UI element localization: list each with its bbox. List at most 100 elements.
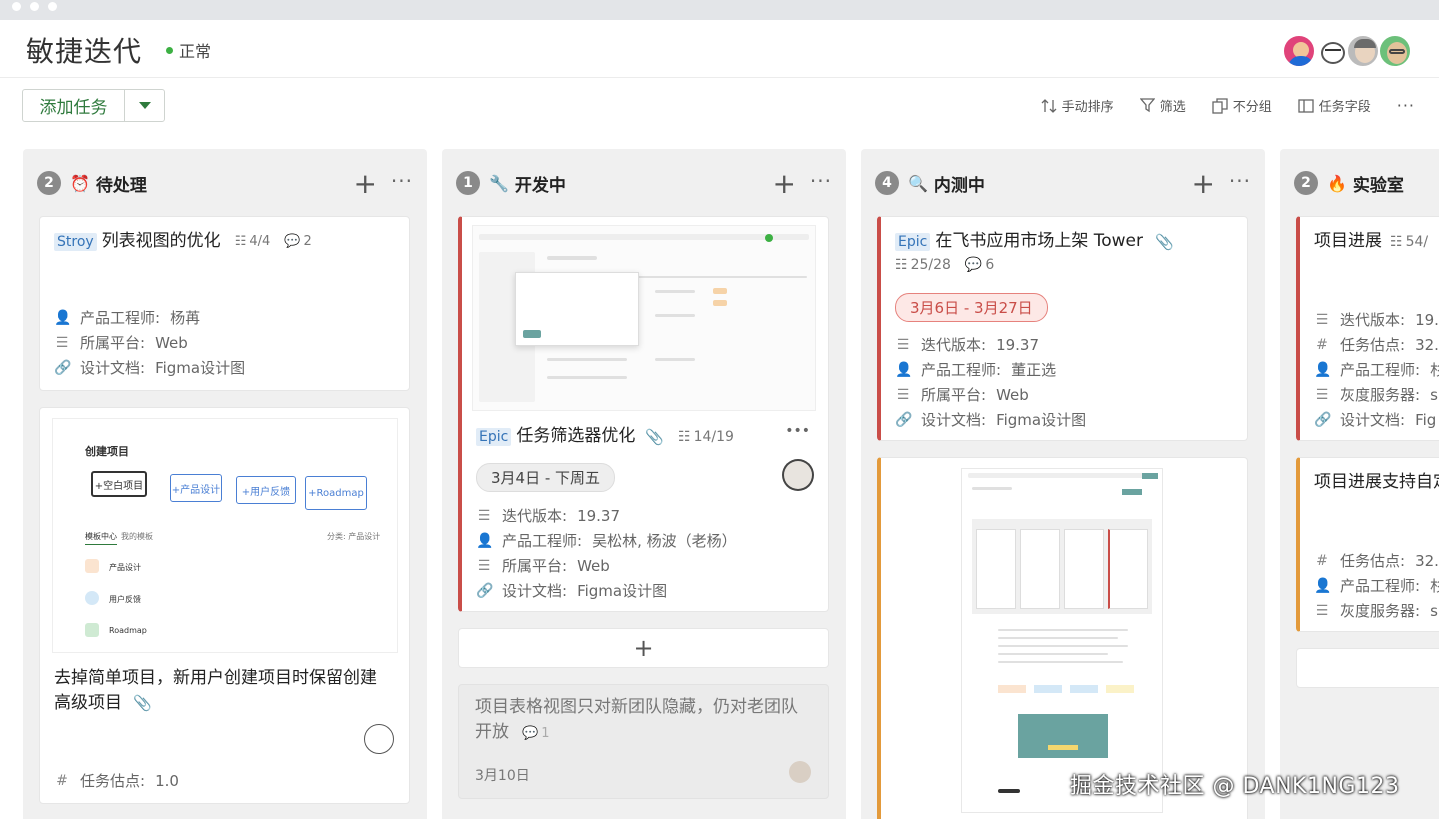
roadmap-icon [85,623,99,637]
field-key: 迭代版本: [502,507,568,525]
column-more-button[interactable]: ··· [1229,169,1251,193]
comment-count: 💬 2 [284,234,311,249]
card-title-row: Epic 在飞书应用市场上架 Tower 📎 [895,229,1174,254]
comment-value: 2 [303,234,312,249]
avatar[interactable] [1314,34,1348,68]
task-fields-button[interactable]: 任务字段 [1298,96,1371,115]
attachment-icon: 📎 [133,694,152,712]
task-card[interactable]: 项目进展支持自定 # 任务估点: 32. 👤 产品工程师: 杉 ☰ 灰度服务器: s [1296,457,1439,632]
task-card[interactable]: 项目进展 ☷ 54/ ☰ 迭代版本: 19. # 任务估点: 32. 👤 产品工程师: 杉 ☰… [1296,216,1439,441]
view-tools: 手动排序 筛选 不分组 任务字段 ··· [1015,96,1415,115]
field-row: 🔗 设计文档: Fig [1314,409,1436,430]
column-count-badge: 2 [1294,171,1318,195]
field-key: 设计文档: [80,359,146,377]
field-value: 19. [1415,310,1439,329]
field-key: 所属平台: [80,334,146,352]
task-card[interactable]: 项目表格视图只对新团队隐藏，仍对老团队开放 💬 1 3月10日 [458,684,829,799]
person-icon: 👤 [1314,361,1332,378]
more-options-button[interactable]: ··· [1397,96,1415,115]
hash-icon: # [1316,552,1328,569]
sketch-item: Roadmap [109,626,147,635]
card-title: 任务筛选器优化 [516,426,636,446]
add-task-button[interactable]: 添加任务 [23,90,125,121]
task-card[interactable] [877,457,1248,819]
field-row: ☰ 所属平台: Web [54,332,188,353]
person-icon: 👤 [476,532,494,549]
alarm-clock-icon: ⏰ [70,173,90,193]
date-range-pill[interactable]: 3月6日 - 3月27日 [895,293,1048,322]
column-header: 1 🔧 开发中 + ··· [456,167,832,200]
field-row: 👤 产品工程师: 杉 [1314,359,1439,380]
sort-button[interactable]: 手动排序 [1041,96,1114,115]
field-value[interactable]: Figma设计图 [155,357,245,378]
add-card-button[interactable]: + [773,167,796,200]
add-task-split-button: 添加任务 [22,89,165,122]
attachment-icon: 📎 [645,427,665,446]
avatar[interactable] [1346,34,1380,68]
add-card-button[interactable]: + [1192,167,1215,200]
field-value: 杉 [1430,361,1439,379]
field-key: 产品工程师: [1340,361,1421,379]
field-row: ☰ 迭代版本: 19.37 [476,505,620,526]
field-value[interactable]: Figma设计图 [577,580,667,601]
date-range-pill[interactable]: 3月4日 - 下周五 [476,463,616,492]
card-title-block: 去掉简单项目，新用户创建项目时保留创建高级项目 📎 [54,666,384,716]
task-card[interactable]: Epic 任务筛选器优化 📎 ☷ 14/19 ••• 3月4日 - 下周五 ☰ 迭代… [458,216,829,612]
field-value: 19.37 [577,506,621,525]
field-key: 产品工程师: [80,309,161,327]
field-key: 灰度服务器: [1340,602,1421,620]
field-key: 设计文档: [502,582,568,600]
group-icon [1212,97,1228,114]
add-task-dropdown-button[interactable] [125,90,164,121]
add-task-button[interactable] [1296,648,1439,688]
epic-tag: Epic [476,427,512,446]
field-value[interactable]: Fig [1415,411,1436,429]
sketch-box: +产品设计 [170,474,222,502]
avatar[interactable] [1282,34,1316,68]
list-icon: ☰ [896,336,910,353]
design-icon [85,559,99,573]
field-key: 所属平台: [921,386,987,404]
assignee-avatar[interactable] [782,459,814,491]
assignee-avatar[interactable] [364,724,394,754]
assignee-avatar[interactable] [789,761,811,783]
field-row: ☰ 迭代版本: 19.37 [895,334,1039,355]
group-button[interactable]: 不分组 [1212,96,1272,115]
comment-value: 1 [541,726,550,741]
list-icon: ☰ [1315,386,1329,403]
toolbar: 添加任务 手动排序 筛选 不分组 任务字段 ··· [0,78,1439,134]
list-icon: ☰ [477,557,491,574]
field-row: ☰ 灰度服务器: s [1314,384,1438,405]
watermark: 掘金技术社区 @ DANK1NG123 [1070,774,1400,799]
card-title-block: 项目表格视图只对新团队隐藏，仍对老团队开放 💬 1 [475,695,805,745]
filter-button[interactable]: 筛选 [1139,96,1186,115]
epic-tag: Epic [895,232,931,251]
task-fields-label: 任务字段 [1318,100,1371,115]
field-value: 吴松林, 杨波（老杨） [592,532,737,550]
card-cover-image: 创建项目 +空白项目 +产品设计 +用户反馈 +Roadmap 模板中心 我的模… [52,418,398,653]
columns-icon [1298,98,1314,113]
member-avatars[interactable] [1282,34,1412,68]
task-card[interactable]: 创建项目 +空白项目 +产品设计 +用户反馈 +Roadmap 模板中心 我的模… [39,407,410,804]
status-indicator[interactable]: 正常 [166,38,211,62]
card-more-button[interactable]: ••• [785,423,810,439]
column-lab: 2 🔥 实验室 项目进展 ☷ 54/ ☰ 迭代版本: 19. # 任务估点: 32. 👤 产… [1280,149,1439,819]
field-value: Web [996,385,1029,404]
field-value: 杨苒 [170,309,201,327]
add-card-button[interactable]: + [354,167,377,200]
task-card[interactable]: Epic 在飞书应用市场上架 Tower 📎 ☷ 25/28 💬 6 3月6日 - … [877,216,1248,441]
card-meta-row: ☷ 25/28 💬 6 [895,257,994,273]
column-more-button[interactable]: ··· [810,169,832,193]
column-more-button[interactable]: ··· [391,169,413,193]
field-value[interactable]: Figma设计图 [996,409,1086,430]
card-cover-image [472,225,816,411]
checklist-icon: ☷ [234,234,247,249]
task-card[interactable]: Stroy 列表视图的优化 ☷ 4/4 💬 2 👤 产品工程师: 杨苒 ☰ 所属平台: We… [39,216,410,391]
add-task-button[interactable]: + [458,628,829,668]
field-value: Web [155,333,188,352]
field-key: 产品工程师: [1340,577,1421,595]
card-title-row: 项目进展 ☷ 54/ [1314,229,1428,254]
subtask-count: ☷ 4/4 [235,234,271,249]
sketch-category: 分类: 产品设计 [327,532,381,541]
avatar[interactable] [1378,34,1412,68]
